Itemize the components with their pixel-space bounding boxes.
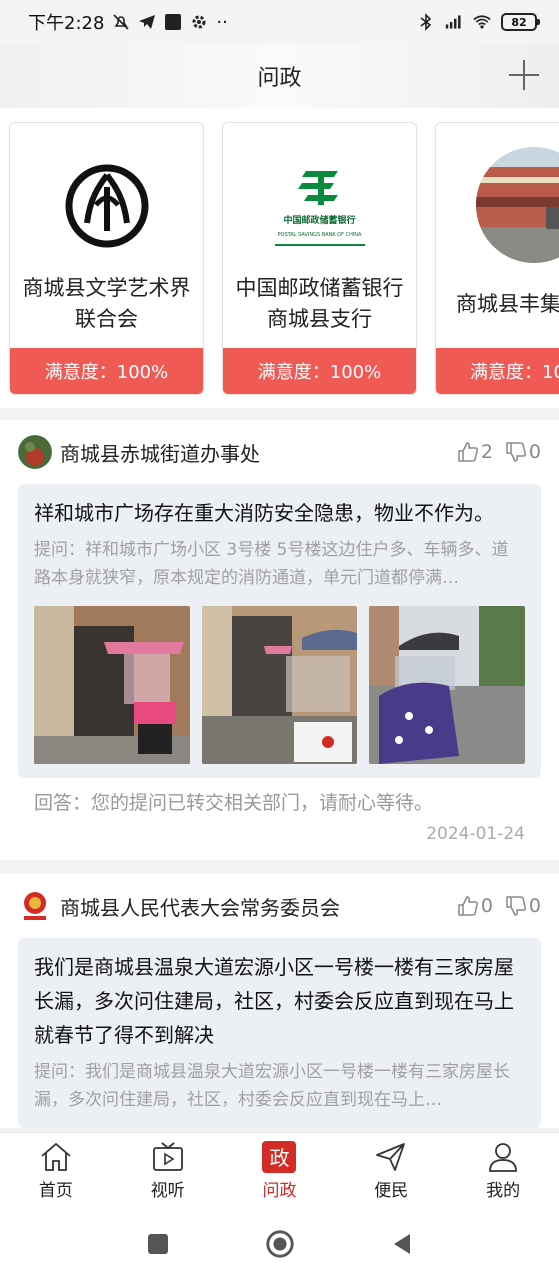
question-photo[interactable] (369, 606, 526, 764)
dislike-count: 0 (528, 895, 541, 917)
org-name: 商城县丰集 (456, 292, 559, 316)
answer-text: 回答：您的提问已转交相关部门，请耐心等待。 (34, 792, 434, 814)
postal-bank-logo-icon: 中国邮政储蓄银行 POSTAL SAVINGS BANK OF CHINA (260, 151, 380, 261)
tab-services[interactable]: 便民 (335, 1133, 447, 1207)
tab-home[interactable]: 首页 (0, 1133, 112, 1207)
organization-carousel[interactable]: 商城县文学艺术界联合会 满意度：100% 中国邮政储蓄银行 POSTAL SAV… (0, 108, 559, 408)
org-card[interactable]: 商城县文学艺术界联合会 满意度：100% (9, 122, 204, 395)
thumbs-down-icon (506, 442, 526, 462)
tab-label: 视听 (150, 1180, 185, 1201)
home-icon (38, 1140, 74, 1174)
question-box[interactable]: 我们是商城县温泉大道宏源小区一号楼一楼有三家房屋长漏，多次问住建局，社区，村委会… (18, 938, 541, 1128)
wifi-icon (473, 15, 491, 29)
header: 问政 (0, 44, 559, 108)
tab-label: 我的 (486, 1180, 521, 1201)
department-name: 商城县赤城街道办事处 (60, 441, 260, 466)
tv-icon (150, 1140, 186, 1174)
zheng-icon: 政 (262, 1140, 297, 1173)
question-title: 祥和城市广场存在重大消防安全隐患，物业不作为。 (34, 501, 494, 525)
page-title: 问政 (257, 66, 302, 91)
home-button[interactable] (265, 1229, 295, 1259)
post-date: 2024-01-24 (426, 824, 525, 844)
like-count: 0 (480, 895, 493, 917)
square-icon (147, 1233, 168, 1254)
question-title: 我们是商城县温泉大道宏源小区一号楼一楼有三家房屋长漏，多次问住建局，社区，村委会… (34, 955, 514, 1047)
thumbs-up-icon (458, 442, 478, 462)
system-navigation (0, 1207, 559, 1280)
tab-mine[interactable]: 我的 (447, 1133, 559, 1207)
thumbs-down-icon (506, 896, 526, 916)
satisfaction-bar: 满意度：100% (223, 348, 416, 394)
org-name: 中国邮政储蓄银行商城县支行 (235, 276, 404, 331)
tab-label: 问政 (262, 1180, 297, 1201)
status-time: 下午2:28 (28, 13, 105, 34)
status-more: ·· (216, 11, 228, 33)
dislike-button[interactable]: 0 (505, 441, 541, 463)
org-name: 商城县文学艺术界联合会 (22, 276, 191, 331)
org-card[interactable]: 中国邮政储蓄银行 POSTAL SAVINGS BANK OF CHINA 中国… (222, 122, 417, 395)
status-bar: 下午2:28 ·· 82 (0, 0, 559, 44)
plus-icon[interactable] (509, 60, 539, 90)
bluetooth-icon (420, 13, 432, 31)
thumbs-up-icon (458, 896, 478, 916)
tab-wenzheng[interactable]: 政 问政 (224, 1133, 336, 1207)
satisfaction-bar: 满意度：10 (436, 348, 559, 394)
telegram-icon (139, 15, 156, 29)
department-emblem-icon (18, 889, 52, 923)
federation-logo-icon (47, 151, 167, 261)
circle-icon (265, 1229, 294, 1258)
question-feed[interactable]: 商城县赤城街道办事处 2 0 祥和城市广场存在重大消防安全隐患，物业不作为。 提… (0, 420, 559, 1142)
logo-text: 中国邮政储蓄银行 (283, 215, 356, 226)
battery-icon: 82 (501, 13, 540, 31)
recents-button[interactable] (143, 1229, 173, 1259)
building-photo (476, 147, 559, 263)
dislike-count: 0 (528, 441, 541, 463)
like-button[interactable]: 0 (457, 895, 493, 917)
back-button[interactable] (387, 1229, 417, 1259)
department-avatar (18, 435, 52, 469)
like-count: 2 (480, 441, 493, 463)
tab-video[interactable]: 视听 (112, 1133, 224, 1207)
tab-label: 便民 (374, 1180, 409, 1201)
tab-label: 首页 (38, 1180, 73, 1201)
department-name: 商城县人民代表大会常务委员会 (60, 895, 340, 920)
question-text: 提问：祥和城市广场小区 3号楼 5号楼这边住户多、车辆多、道路本身就狭窄，原本规… (34, 540, 509, 588)
gear-icon (192, 15, 206, 29)
user-icon (485, 1140, 521, 1174)
back-triangle-icon (393, 1233, 410, 1254)
question-photo[interactable] (201, 606, 358, 764)
signal-icon (445, 15, 461, 29)
question-box[interactable]: 祥和城市广场存在重大消防安全隐患，物业不作为。 提问：祥和城市广场小区 3号楼 … (18, 484, 541, 778)
question-card[interactable]: 商城县赤城街道办事处 2 0 祥和城市广场存在重大消防安全隐患，物业不作为。 提… (0, 420, 559, 860)
square-icon (165, 14, 182, 30)
send-icon (373, 1140, 409, 1174)
dislike-button[interactable]: 0 (505, 895, 541, 917)
mute-icon (113, 14, 129, 30)
like-button[interactable]: 2 (457, 441, 493, 463)
org-card[interactable]: 商城县丰集 满意度：10 (435, 122, 559, 395)
bottom-tab-bar: 首页 视听 政 问政 便民 我的 (0, 1132, 559, 1207)
logo-subtext: POSTAL SAVINGS BANK OF CHINA (277, 231, 362, 238)
satisfaction-bar: 满意度：100% (10, 348, 203, 394)
question-card[interactable]: 商城县人民代表大会常务委员会 0 0 我们是商城县温泉大道宏源小区一号楼一楼有三… (0, 874, 559, 1128)
question-photo[interactable] (34, 606, 190, 764)
question-text: 提问：我们是商城县温泉大道宏源小区一号楼一楼有三家房屋长漏，多次问住建局，社区，… (34, 1062, 510, 1110)
